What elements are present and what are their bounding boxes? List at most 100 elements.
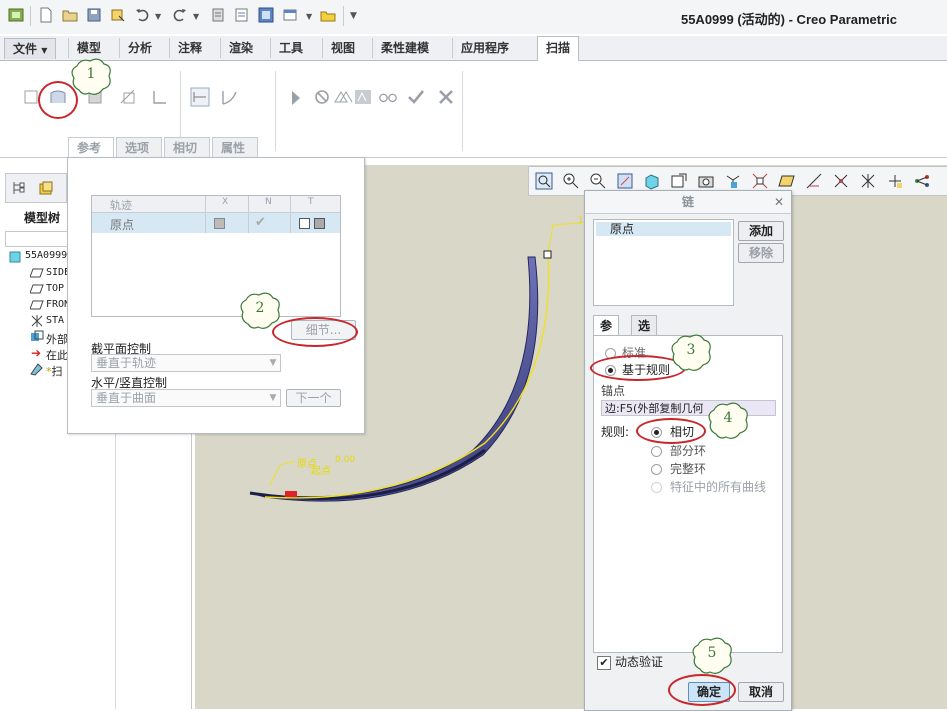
spin-center-icon[interactable] (913, 172, 931, 190)
rule-complete-loop-radio[interactable] (651, 464, 662, 475)
folder-icon[interactable] (320, 7, 336, 23)
more-dropdown-icon[interactable]: ▼ (306, 12, 312, 21)
verify-icon[interactable] (353, 87, 373, 107)
rule-all-curves-radio[interactable] (651, 482, 662, 493)
orientation-control-select[interactable]: 垂直于曲面 ▼ (91, 389, 281, 407)
app-icon[interactable] (8, 7, 24, 23)
anchor-label: 锚点 (601, 384, 626, 398)
close-window-icon[interactable] (282, 7, 298, 23)
axis-display-icon[interactable] (805, 172, 823, 190)
cancel-x-icon[interactable] (436, 87, 456, 107)
point-display-icon[interactable] (832, 172, 850, 190)
view-manager-icon[interactable] (697, 172, 715, 190)
open-folder-icon[interactable] (62, 7, 78, 23)
activate-window-icon[interactable] (258, 7, 274, 23)
tab-model[interactable]: 模型 (68, 38, 109, 58)
tab-tools[interactable]: 工具 (270, 38, 311, 58)
tab-references[interactable]: 参考 (68, 137, 114, 159)
tab-file[interactable]: 文件 ▼ (4, 38, 57, 59)
thicken-icon[interactable] (150, 87, 170, 107)
insert-here-arrow-icon: ➔ (31, 346, 42, 360)
tree-item-insert-here[interactable]: 在此 (46, 347, 68, 363)
n-check-icon[interactable]: ✔ (255, 215, 266, 230)
tab-chain-references[interactable]: 参考 (593, 315, 620, 353)
tree-item-top[interactable]: TOP (46, 283, 64, 294)
save-icon[interactable] (86, 7, 102, 23)
chain-list[interactable]: 原点 (593, 219, 734, 306)
trajectory-row[interactable]: 原点 ✔ (92, 213, 340, 233)
next-button[interactable]: 下一个 (286, 389, 341, 407)
tab-view[interactable]: 视图 (322, 38, 363, 58)
tab-chain-options[interactable]: 选项 (631, 315, 658, 353)
tree-item-csys[interactable]: STA (46, 315, 64, 326)
perspective-view-icon[interactable] (724, 172, 742, 190)
folder-browser-tab-icon[interactable] (38, 180, 54, 196)
chain-dialog-title: 链 (585, 191, 791, 214)
chain-list-item[interactable]: 原点 (596, 222, 731, 236)
dynamic-validate-checkbox[interactable]: ✔ (597, 656, 611, 670)
csys-display-icon[interactable] (859, 172, 877, 190)
rule-partial-loop-radio[interactable] (651, 446, 662, 457)
zoom-out-icon[interactable] (589, 172, 607, 190)
t-checkbox-1[interactable] (299, 218, 310, 229)
tab-render[interactable]: 渲染 (220, 38, 261, 58)
tree-item-part[interactable]: 55A0999 (25, 250, 67, 261)
saved-views-icon[interactable] (670, 172, 688, 190)
rule-partial-loop-label: 部分环 (670, 444, 707, 458)
pause-play-icon[interactable] (292, 91, 300, 105)
undo-icon[interactable] (134, 7, 150, 23)
redo-icon[interactable] (172, 7, 188, 23)
remove-material-icon[interactable] (118, 87, 138, 107)
model-tree-tab-icon[interactable] (11, 180, 27, 196)
column-x: X (222, 197, 229, 207)
display-style-icon[interactable] (643, 172, 661, 190)
annotation-display-icon[interactable] (886, 172, 904, 190)
close-icon[interactable]: ✕ (774, 195, 784, 209)
tab-sweep[interactable]: 扫描 (537, 36, 580, 62)
windows-icon[interactable] (234, 7, 250, 23)
end-point-handle[interactable] (543, 250, 552, 259)
trajectory-row-name: 原点 (110, 218, 135, 232)
tab-file-label: 文件 (13, 42, 38, 56)
callout-5-number: 5 (707, 645, 717, 661)
apply-check-icon[interactable] (406, 87, 426, 107)
repaint-icon[interactable] (616, 172, 634, 190)
cancel-button[interactable]: 取消 (738, 682, 784, 702)
callout-4-number: 4 (723, 410, 733, 426)
tab-tangency[interactable]: 相切 (164, 137, 210, 159)
no-preview-icon[interactable] (312, 87, 332, 107)
column-t: T (308, 197, 314, 207)
regenerate-icon[interactable] (110, 7, 126, 23)
constant-section-icon[interactable] (190, 87, 210, 107)
variable-section-icon[interactable] (220, 87, 240, 107)
trajectory-end-label: 1 (578, 216, 584, 226)
t-checkbox-2[interactable] (314, 218, 325, 229)
tab-properties[interactable]: 属性 (212, 137, 258, 159)
zoom-in-icon[interactable] (562, 172, 580, 190)
redo-dropdown-icon[interactable]: ▼ (193, 12, 199, 21)
tab-applications[interactable]: 应用程序 (452, 38, 517, 58)
references-panel: 轨迹 X N T 原点 ✔ 细节... 截平面控制 垂直于轨迹 ▼ 水平/竖直控制… (67, 157, 365, 434)
preview-icon[interactable] (333, 87, 353, 107)
datum-display-icon[interactable] (751, 172, 769, 190)
remove-button[interactable]: 移除 (738, 243, 784, 263)
tab-analysis[interactable]: 分析 (119, 38, 160, 58)
refit-icon[interactable] (535, 172, 553, 190)
start-point-label: 起点 (311, 466, 331, 477)
new-file-icon[interactable] (38, 7, 54, 23)
tree-item-sweep[interactable]: *扫 (46, 363, 63, 379)
x-checkbox[interactable] (214, 218, 225, 229)
customize-toolbar-icon[interactable]: ▼ (350, 11, 357, 21)
datum-plane-icon (30, 300, 44, 310)
plane-display-icon[interactable] (778, 172, 796, 190)
section-control-select[interactable]: 垂直于轨迹 ▼ (91, 354, 281, 372)
regenerate-model-icon[interactable] (210, 7, 226, 23)
tab-options[interactable]: 选项 (116, 137, 162, 159)
tab-annotate[interactable]: 注释 (169, 38, 210, 58)
callout-2: 2 (238, 290, 282, 332)
tree-item-external[interactable]: 外部 (46, 331, 68, 347)
undo-dropdown-icon[interactable]: ▼ (155, 12, 161, 21)
glasses-icon[interactable] (378, 87, 398, 107)
tab-flexible-modeling[interactable]: 柔性建模 (372, 38, 437, 58)
add-button[interactable]: 添加 (738, 221, 784, 241)
